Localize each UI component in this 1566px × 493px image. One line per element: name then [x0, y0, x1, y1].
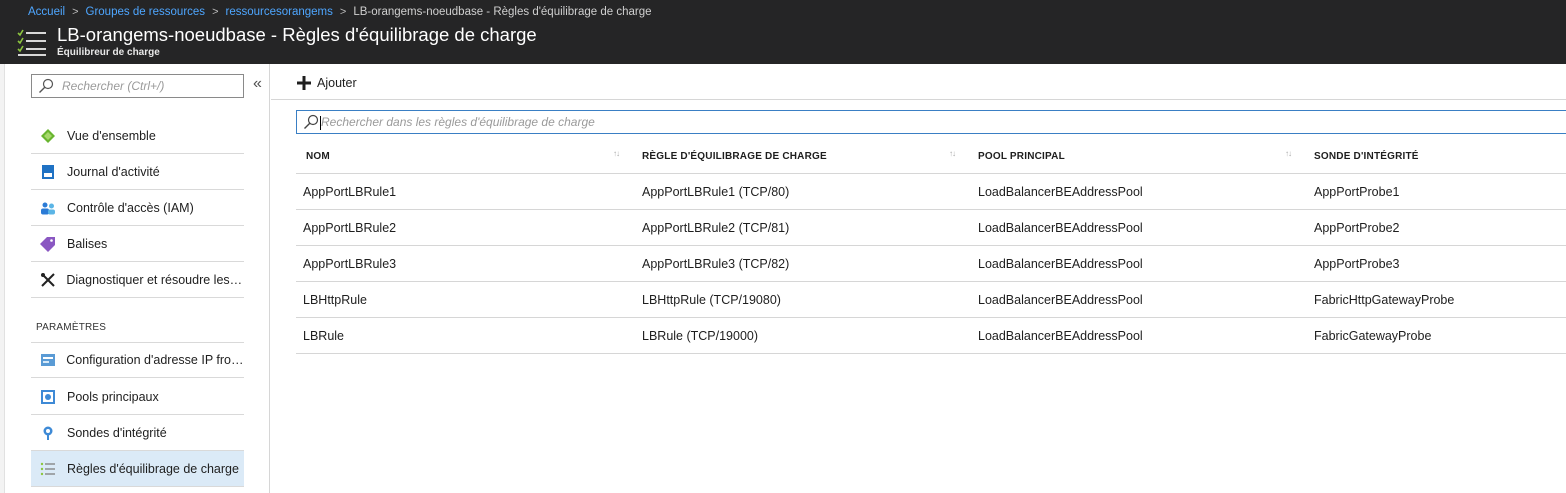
breadcrumb-current: LB-orangems-noeudbase - Règles d'équilib…	[353, 6, 652, 18]
collapse-menu-button[interactable]: «	[253, 75, 262, 93]
tag-icon	[39, 235, 57, 253]
cell-backend-pool: LoadBalancerBEAddressPool	[978, 293, 1143, 307]
breadcrumb-resource-groups[interactable]: Groupes de ressources	[86, 6, 206, 18]
page-title: LB-orangems-noeudbase - Règles d'équilib…	[57, 24, 537, 45]
sidebar-item-label: Vue d'ensemble	[67, 128, 156, 143]
sidebar-item-tags[interactable]: Balises	[31, 226, 244, 262]
cell-backend-pool: LoadBalancerBEAddressPool	[978, 221, 1143, 235]
search-icon	[39, 78, 54, 93]
page-subtitle: Équilibreur de charge	[57, 47, 160, 58]
probe-icon	[39, 424, 57, 442]
breadcrumb: Accueil > Groupes de ressources > ressou…	[28, 4, 652, 20]
table-row[interactable]: LBRule LBRule (TCP/19000) LoadBalancerBE…	[296, 318, 1566, 354]
overview-icon	[39, 127, 57, 145]
top-bar: Accueil > Groupes de ressources > ressou…	[0, 0, 1566, 64]
table-row[interactable]: AppPortLBRule1 AppPortLBRule1 (TCP/80) L…	[296, 174, 1566, 210]
main-content: Ajouter NOM ↑↓ RÈGLE D'ÉQUILIBRAGE DE CH…	[271, 64, 1566, 493]
backend-pool-icon	[39, 388, 57, 406]
table-row[interactable]: AppPortLBRule3 AppPortLBRule3 (TCP/82) L…	[296, 246, 1566, 282]
menu-search-box[interactable]	[31, 74, 244, 98]
sidebar-item-label: Règles d'équilibrage de charge	[67, 461, 239, 476]
cell-health-probe: FabricHttpGatewayProbe	[1314, 293, 1455, 307]
resource-menu: « Vue d'ensemble Journal d'activité	[5, 64, 270, 493]
cell-health-probe: AppPortProbe3	[1314, 257, 1400, 271]
sidebar-item-label: Journal d'activité	[67, 164, 160, 179]
cell-health-probe: FabricGatewayProbe	[1314, 329, 1432, 343]
sidebar-item-diagnose[interactable]: Diagnostiquer et résoudre les p...	[31, 262, 244, 298]
sort-icon[interactable]: ↑↓	[613, 149, 620, 158]
section-label-settings: PARAMÈTRES	[36, 322, 107, 333]
sidebar-item-activity-log[interactable]: Journal d'activité	[31, 154, 244, 190]
menu-search-input[interactable]	[62, 77, 240, 95]
cell-name: AppPortLBRule2	[303, 221, 397, 235]
sidebar-item-overview[interactable]: Vue d'ensemble	[31, 118, 244, 154]
add-button-label: Ajouter	[317, 76, 357, 90]
cell-rule: AppPortLBRule3 (TCP/82)	[642, 257, 790, 271]
sidebar-item-label: Diagnostiquer et résoudre les p...	[66, 272, 244, 287]
cell-backend-pool: LoadBalancerBEAddressPool	[978, 185, 1143, 199]
sidebar-item-backend-pools[interactable]: Pools principaux	[31, 379, 244, 415]
cell-name: AppPortLBRule3	[303, 257, 397, 271]
wrench-icon	[39, 271, 56, 289]
command-bar: Ajouter	[271, 64, 1566, 100]
sidebar-item-iam[interactable]: Contrôle d'accès (IAM)	[31, 190, 244, 226]
table-header: NOM ↑↓ RÈGLE D'ÉQUILIBRAGE DE CHARGE ↑↓ …	[296, 138, 1566, 174]
activity-log-icon	[39, 163, 57, 181]
search-icon	[304, 114, 319, 129]
sidebar-item-label: Sondes d'intégrité	[67, 425, 167, 440]
load-balancer-rules-icon	[17, 29, 46, 56]
rules-filter-box[interactable]	[296, 110, 1566, 134]
cell-rule: LBHttpRule (TCP/19080)	[642, 293, 781, 307]
rules-icon	[39, 460, 57, 478]
sidebar-item-health-probes[interactable]: Sondes d'intégrité	[31, 415, 244, 451]
breadcrumb-separator-icon: >	[72, 6, 79, 18]
rules-filter-input[interactable]	[321, 113, 1521, 131]
cell-backend-pool: LoadBalancerBEAddressPool	[978, 257, 1143, 271]
cell-name: LBHttpRule	[303, 293, 367, 307]
cell-backend-pool: LoadBalancerBEAddressPool	[978, 329, 1143, 343]
add-button[interactable]: Ajouter	[296, 73, 357, 93]
iam-icon	[39, 199, 57, 217]
sidebar-item-frontend-ip[interactable]: Configuration d'adresse IP front...	[31, 342, 244, 378]
frontend-ip-icon	[39, 351, 56, 369]
table-row[interactable]: AppPortLBRule2 AppPortLBRule2 (TCP/81) L…	[296, 210, 1566, 246]
column-header-health-probe[interactable]: SONDE D'INTÉGRITÉ	[1314, 138, 1419, 174]
breadcrumb-resource-group[interactable]: ressourcesorangems	[226, 6, 333, 18]
breadcrumb-home[interactable]: Accueil	[28, 6, 65, 18]
cell-rule: LBRule (TCP/19000)	[642, 329, 759, 343]
cell-rule: AppPortLBRule1 (TCP/80)	[642, 185, 790, 199]
breadcrumb-separator-icon: >	[339, 6, 347, 18]
plus-icon	[297, 76, 311, 90]
sort-icon[interactable]: ↑↓	[949, 149, 956, 158]
sidebar-item-label: Configuration d'adresse IP front...	[66, 353, 244, 367]
table-row[interactable]: LBHttpRule LBHttpRule (TCP/19080) LoadBa…	[296, 282, 1566, 318]
breadcrumb-separator-icon: >	[212, 6, 219, 18]
sidebar-item-load-balancing-rules[interactable]: Règles d'équilibrage de charge	[31, 451, 244, 487]
column-header-name[interactable]: NOM	[306, 138, 330, 174]
sidebar-item-label: Contrôle d'accès (IAM)	[67, 200, 194, 215]
cell-rule: AppPortLBRule2 (TCP/81)	[642, 221, 790, 235]
cell-name: LBRule	[303, 329, 344, 343]
sidebar-item-label: Balises	[67, 236, 108, 251]
column-header-rule[interactable]: RÈGLE D'ÉQUILIBRAGE DE CHARGE	[642, 138, 827, 174]
cell-name: AppPortLBRule1	[303, 185, 397, 199]
cell-health-probe: AppPortProbe1	[1314, 185, 1400, 199]
cell-health-probe: AppPortProbe2	[1314, 221, 1400, 235]
sidebar-item-label: Pools principaux	[67, 389, 159, 404]
column-header-backend-pool[interactable]: POOL PRINCIPAL	[978, 138, 1065, 174]
sort-icon[interactable]: ↑↓	[1285, 149, 1292, 158]
